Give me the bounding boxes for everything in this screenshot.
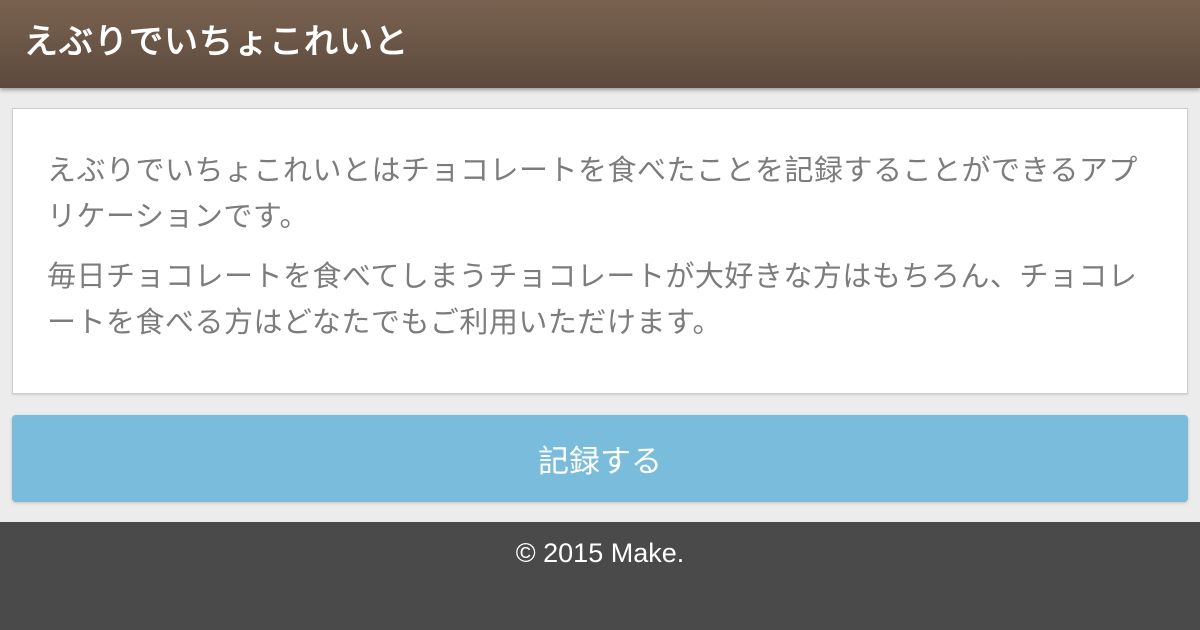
record-button[interactable]: 記録する bbox=[12, 415, 1188, 502]
intro-card: えぶりでいちょこれいとはチョコレートを食べたことを記録することができるアプリケー… bbox=[12, 108, 1188, 394]
intro-paragraph-2: 毎日チョコレートを食べてしまうチョコレートが大好きな方はもちろん、チョコレートを… bbox=[47, 259, 1138, 339]
app-header: えぶりでいちょこれいと bbox=[0, 0, 1200, 88]
copyright-text: © 2015 Make. bbox=[515, 538, 685, 568]
intro-paragraph-1: えぶりでいちょこれいとはチョコレートを食べたことを記録することができるアプリケー… bbox=[47, 153, 1138, 233]
page-footer: © 2015 Make. bbox=[0, 522, 1200, 630]
app-title[interactable]: えぶりでいちょこれいと bbox=[24, 20, 409, 64]
